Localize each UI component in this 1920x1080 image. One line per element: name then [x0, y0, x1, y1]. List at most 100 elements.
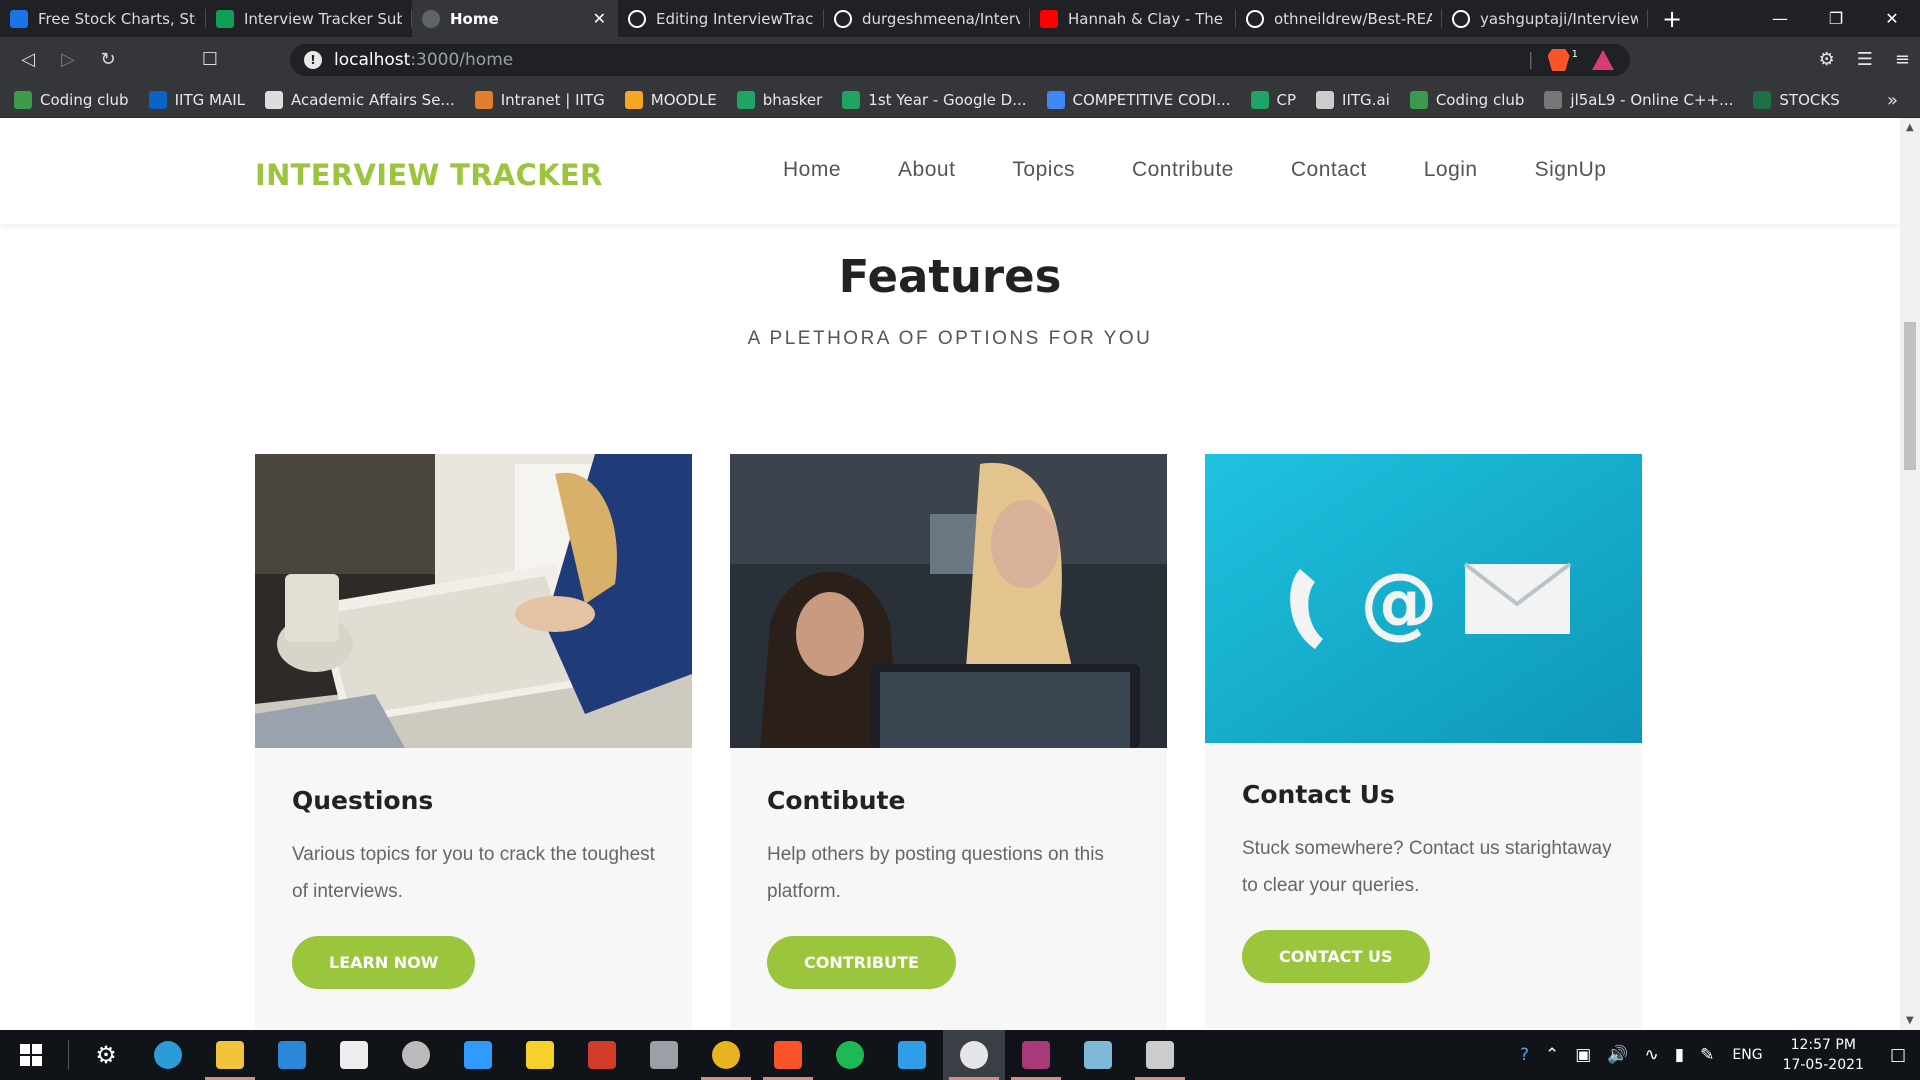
bookmark-item[interactable]: Coding club — [1409, 90, 1524, 109]
language-indicator[interactable]: ENG — [1732, 1047, 1762, 1063]
system-tray: ? ⌃ ▣ 🔊 ∿ ▮ ✎ ENG 12:57 PM 17-05-2021 □ — [1512, 1030, 1920, 1080]
bookmark-item[interactable]: MOODLE — [624, 90, 717, 109]
chevron-up-icon[interactable]: ⌃ — [1545, 1045, 1559, 1065]
clock-app-icon[interactable] — [385, 1030, 447, 1080]
bookmark-label: MOODLE — [650, 90, 717, 109]
extensions-icon[interactable]: ⚙ — [1819, 49, 1835, 70]
forward-button[interactable]: ▷ — [48, 40, 88, 80]
address-bar[interactable]: ! localhost:3000/home | 1 — [290, 44, 1630, 76]
scroll-down-icon[interactable]: ▼ — [1906, 1015, 1914, 1026]
notepad-icon[interactable] — [1067, 1030, 1129, 1080]
bookmarks-more-icon[interactable]: » — [1887, 90, 1898, 111]
steam-icon[interactable] — [943, 1030, 1005, 1080]
learn-now-button[interactable]: LEARN NOW — [292, 936, 476, 989]
browser-tab[interactable]: Home ✕ — [412, 0, 618, 37]
start-button[interactable] — [0, 1030, 62, 1080]
card-title: Questions — [292, 786, 434, 815]
bookmark-page-button[interactable]: ☐ — [190, 40, 230, 80]
bookmark-label: bhasker — [762, 90, 823, 109]
mail-icon[interactable] — [261, 1030, 323, 1080]
terminal-icon[interactable] — [1129, 1030, 1191, 1080]
back-button[interactable]: ◁ — [8, 40, 48, 80]
nav-link-home[interactable]: Home — [783, 158, 841, 182]
volume-icon[interactable]: 🔊 — [1607, 1045, 1628, 1065]
clock[interactable]: 12:57 PM 17-05-2021 — [1783, 1035, 1864, 1075]
browser-tab[interactable]: Editing InterviewTracker — [618, 0, 824, 37]
clock-time: 12:57 PM — [1790, 1037, 1856, 1053]
bookmark-label: Intranet | IITG — [500, 90, 605, 109]
help-icon[interactable]: ? — [1520, 1045, 1529, 1065]
bookmark-item[interactable]: jl5aL9 - Online C++... — [1544, 90, 1733, 109]
reload-button[interactable]: ↻ — [88, 40, 128, 80]
nav-link-about[interactable]: About — [898, 158, 955, 182]
vscode-icon[interactable] — [881, 1030, 943, 1080]
snip-icon[interactable] — [633, 1030, 695, 1080]
edge-icon[interactable] — [137, 1030, 199, 1080]
nav-link-topics[interactable]: Topics — [1012, 158, 1075, 182]
device-icon[interactable]: ▣ — [1575, 1045, 1591, 1065]
sticky-notes-icon[interactable] — [509, 1030, 571, 1080]
address-path: :3000/home — [410, 50, 514, 70]
brave-icon-glyph — [774, 1041, 802, 1069]
scroll-thumb[interactable] — [1904, 322, 1916, 470]
contact-us-button[interactable]: CONTACT US — [1242, 930, 1430, 983]
store-icon[interactable] — [323, 1030, 385, 1080]
browser-tab[interactable]: Free Stock Charts, Stock — [0, 0, 206, 37]
minimize-button[interactable]: — — [1752, 0, 1808, 37]
brave-rewards-icon[interactable] — [1592, 50, 1614, 70]
bookmark-item[interactable]: COMPETITIVE CODI... — [1046, 90, 1231, 109]
page-scrollbar[interactable]: ▲ ▼ — [1900, 118, 1920, 1030]
browser-tab[interactable]: durgeshmeena/Intervie — [824, 0, 1030, 37]
pen-icon[interactable]: ✎ — [1700, 1045, 1714, 1065]
bookmark-item[interactable]: IITG MAIL — [148, 90, 245, 109]
file-explorer-icon[interactable] — [199, 1030, 261, 1080]
vscode-icon-glyph — [898, 1041, 926, 1069]
scroll-up-icon[interactable]: ▲ — [1906, 122, 1914, 133]
close-window-button[interactable]: ✕ — [1864, 0, 1920, 37]
settings-icon[interactable]: ⚙ — [75, 1030, 137, 1080]
tab-label: Interview Tracker Submi — [244, 9, 402, 28]
bookmark-item[interactable]: Intranet | IITG — [474, 90, 605, 109]
nav-link-contribute[interactable]: Contribute — [1132, 158, 1234, 182]
new-tab-button[interactable]: + — [1652, 0, 1692, 37]
bookmark-label: CP — [1276, 90, 1297, 109]
browser-tab[interactable]: Interview Tracker Submi — [206, 0, 412, 37]
menu-icon[interactable]: ≡ — [1895, 49, 1910, 70]
browser-tab[interactable]: othneildrew/Best-READ — [1236, 0, 1442, 37]
close-tab-icon[interactable]: ✕ — [593, 9, 606, 28]
contribute-photo — [730, 454, 1167, 748]
bookmark-icon — [474, 90, 493, 109]
bookmark-item[interactable]: STOCKS — [1753, 90, 1840, 109]
restore-button[interactable]: ❐ — [1808, 0, 1864, 37]
nav-link-signup[interactable]: SignUp — [1535, 158, 1607, 182]
media-control-icon[interactable]: ☰ — [1857, 49, 1873, 70]
bookmark-item[interactable]: 1st Year - Google D... — [842, 90, 1027, 109]
bookmark-item[interactable]: Academic Affairs Se... — [264, 90, 455, 109]
battery-icon[interactable]: ▮ — [1675, 1045, 1684, 1065]
nav-link-login[interactable]: Login — [1424, 158, 1478, 182]
chrome-icon[interactable] — [695, 1030, 757, 1080]
power-automate-icon[interactable] — [447, 1030, 509, 1080]
bookmark-icon — [842, 90, 861, 109]
nav-link-contact[interactable]: Contact — [1291, 158, 1367, 182]
office-icon[interactable] — [571, 1030, 633, 1080]
bookmark-item[interactable]: Coding club — [14, 90, 129, 109]
brave-shields-icon[interactable] — [1547, 49, 1570, 71]
spotify-icon[interactable] — [819, 1030, 881, 1080]
card-text: Various topics for you to crack the toug… — [292, 844, 655, 902]
bookmark-item[interactable]: bhasker — [736, 90, 823, 109]
feature-card-contact: @ Contact Us Stuck somewhere? Contact us… — [1205, 454, 1642, 1028]
winrar-icon[interactable] — [1005, 1030, 1067, 1080]
bookmark-item[interactable]: IITG.ai — [1316, 90, 1390, 109]
brave-icon[interactable] — [757, 1030, 819, 1080]
steam-icon-glyph — [960, 1041, 988, 1069]
browser-tab[interactable]: Hannah & Clay - The — [1030, 0, 1236, 37]
github-icon — [1246, 9, 1264, 28]
browser-tab[interactable]: yashguptaji/InterviewTra — [1442, 0, 1648, 37]
site-logo[interactable]: INTERVIEW TRACKER — [255, 158, 603, 192]
contribute-button[interactable]: CONTRIBUTE — [767, 936, 956, 989]
wifi-icon[interactable]: ∿ — [1645, 1045, 1659, 1065]
notifications-icon[interactable]: □ — [1890, 1045, 1906, 1065]
info-icon[interactable]: ! — [304, 51, 322, 69]
bookmark-item[interactable]: CP — [1250, 90, 1297, 109]
